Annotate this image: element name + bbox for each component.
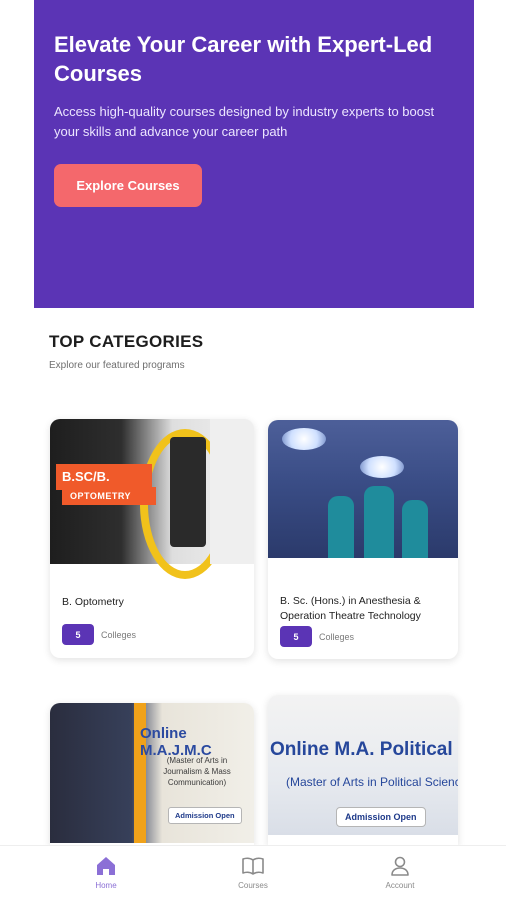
surgical-light [282,428,326,450]
nav-courses-label: Courses [238,881,268,890]
section-title: TOP CATEGORIES [49,332,204,351]
nav-home-label: Home [95,881,117,890]
nav-account-label: Account [385,881,415,890]
image-heading: Online M.A.J.M.C [140,725,212,759]
category-card-optometry[interactable]: B.SC/B. OPTOMETRY B. Optometry 5 College… [50,419,254,658]
image-tag-secondary: OPTOMETRY [62,487,156,505]
college-count-label: Colleges [319,632,355,642]
section-subtitle: Explore our featured programs [49,360,185,371]
user-icon [391,856,409,876]
surgical-light [360,456,404,478]
college-count-badge: 5 [62,624,94,645]
nav-account[interactable]: Account [365,854,435,890]
category-image-political-science: Online M.A. Political Science (Master of… [268,695,458,835]
image-subheading: (Master of Arts in Journalism & Mass Com… [163,756,231,787]
bottom-navigation: Home Courses Account [0,845,506,900]
category-name: B. Sc. (Hons.) in Anesthesia & Operation… [280,595,421,622]
app-screen: Elevate Your Career with Expert-Led Cour… [0,0,506,900]
category-image-majmc: Online M.A.J.M.C (Master of Arts in Jour… [50,703,254,843]
category-card-political-science[interactable]: Online M.A. Political Science (Master of… [268,695,458,845]
hero-title: Elevate Your Career with Expert-Led Cour… [54,32,433,86]
college-count-label: Colleges [101,630,137,640]
surgeon-figure [364,486,394,558]
category-image-anesthesia [268,420,458,558]
surgeon-figure [328,496,354,558]
admission-open-tag: Admission Open [336,807,426,827]
nav-courses[interactable]: Courses [218,854,288,890]
hero-banner: Elevate Your Career with Expert-Led Cour… [34,0,474,308]
optometry-machine [170,437,206,547]
admission-open-tag: Admission Open [168,807,242,824]
hero-subtitle: Access high-quality courses designed by … [54,104,435,139]
college-count-badge: 5 [280,626,312,647]
decorative-band [134,703,146,843]
image-heading: Online M.A. Political Science [270,739,458,760]
category-card-anesthesia[interactable]: B. Sc. (Hons.) in Anesthesia & Operation… [268,420,458,659]
doctor-figure [210,419,254,564]
explore-courses-button[interactable]: Explore Courses [54,164,202,207]
book-icon [242,857,264,875]
image-subheading: (Master of Arts in Political Science) [286,775,458,789]
category-card-majmc[interactable]: Online M.A.J.M.C (Master of Arts in Jour… [50,703,254,845]
nav-home[interactable]: Home [71,854,141,890]
category-image-optometry: B.SC/B. OPTOMETRY [50,419,254,579]
home-icon [97,857,115,875]
category-name: B. Optometry [62,596,124,608]
surgeon-figure [402,500,428,558]
